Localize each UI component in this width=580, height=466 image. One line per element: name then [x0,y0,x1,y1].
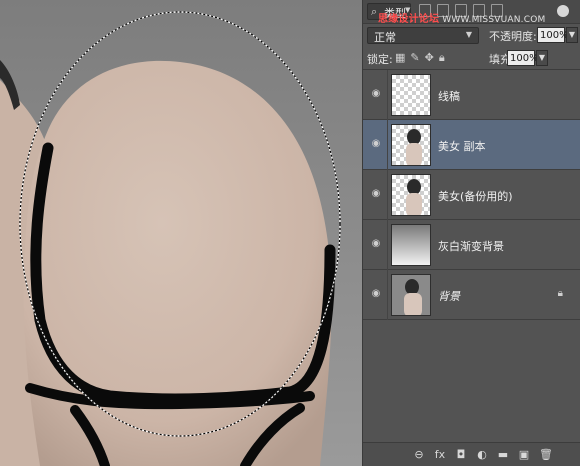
lock-paint-icon[interactable]: ✎ [410,51,419,65]
layer-thumbnail [391,174,431,216]
layer-thumbnail [391,274,431,316]
eye-icon[interactable]: ◉ [369,138,383,152]
filter-toggle[interactable] [557,5,569,17]
opacity-field[interactable]: 100% [537,27,569,43]
link-layers-icon[interactable]: ⊖ [413,448,425,461]
canvas-artwork [0,0,362,466]
layers-list: ◉ 线稿 ◉ 美女 副本 ◉ 美女(备份用的) ◉ 灰白渐变背景 ◉ 背景 🔒︎ [363,70,580,320]
fill-field[interactable]: 100% [507,50,539,66]
lock-icon: 🔒︎ [557,288,563,299]
eye-icon[interactable]: ◉ [369,288,383,302]
layer-name: 灰白渐变背景 [438,240,504,253]
layers-bottom-toolbar: ⊖ fx ◘ ◐ ▬ ▣ 🗑 [363,442,580,466]
delete-layer-icon[interactable]: 🗑 [539,448,553,461]
layer-thumbnail [391,124,431,166]
new-layer-icon[interactable]: ▣ [518,448,530,461]
blend-mode-value: 正常 [374,31,396,44]
chevron-down-icon: ▼ [465,30,472,39]
watermark-site-name: 思缘设计论坛 [378,14,440,25]
layer-row-beauty-copy[interactable]: ◉ 美女 副本 [363,120,580,170]
fx-icon[interactable]: fx [434,448,446,461]
search-icon: ⌕ [371,5,378,18]
layer-row-background[interactable]: ◉ 背景 🔒︎ [363,270,580,320]
eye-icon[interactable]: ◉ [369,238,383,252]
lock-label: 锁定: [367,53,393,66]
lock-fill-row: 锁定: ▦ ✎ ✥ 🔒︎ 填充: 100% ▼ [363,46,580,70]
document-canvas[interactable] [0,0,362,466]
fill-dropdown-button[interactable]: ▼ [536,50,548,66]
eye-icon[interactable]: ◉ [369,88,383,102]
lock-transparent-icon[interactable]: ▦ [395,51,405,65]
watermark: 思缘设计论坛 WWW.MISSVUAN.COM [378,10,545,25]
layer-name: 背景 [438,290,460,303]
layer-name: 美女 副本 [438,140,486,153]
layers-panel: ⌕ 类型 ▼ 正常 ▼ 不透明度: 100% ▼ 锁定: ▦ ✎ ✥ 🔒︎ 填充… [362,0,580,466]
layer-row-gradient-bg[interactable]: ◉ 灰白渐变背景 [363,220,580,270]
layer-thumbnail [391,74,431,116]
layer-name: 美女(备份用的) [438,190,513,203]
adjustment-layer-icon[interactable]: ◐ [476,448,488,461]
blend-opacity-row: 正常 ▼ 不透明度: 100% ▼ [363,24,580,46]
opacity-dropdown-button[interactable]: ▼ [566,27,578,43]
lock-all-icon[interactable]: 🔒︎ [439,51,445,65]
eye-icon[interactable]: ◉ [369,188,383,202]
lock-icons: ▦ ✎ ✥ 🔒︎ [395,51,445,65]
lock-position-icon[interactable]: ✥ [425,51,434,65]
layer-row-lineart[interactable]: ◉ 线稿 [363,70,580,120]
add-mask-icon[interactable]: ◘ [455,448,467,461]
watermark-url: WWW.MISSVUAN.COM [442,15,546,25]
layer-thumbnail [391,224,431,266]
new-group-icon[interactable]: ▬ [497,448,509,461]
blend-mode-select[interactable]: 正常 ▼ [367,27,479,44]
layer-name: 线稿 [438,90,460,103]
layer-row-beauty-backup[interactable]: ◉ 美女(备份用的) [363,170,580,220]
opacity-label: 不透明度: [489,30,537,43]
